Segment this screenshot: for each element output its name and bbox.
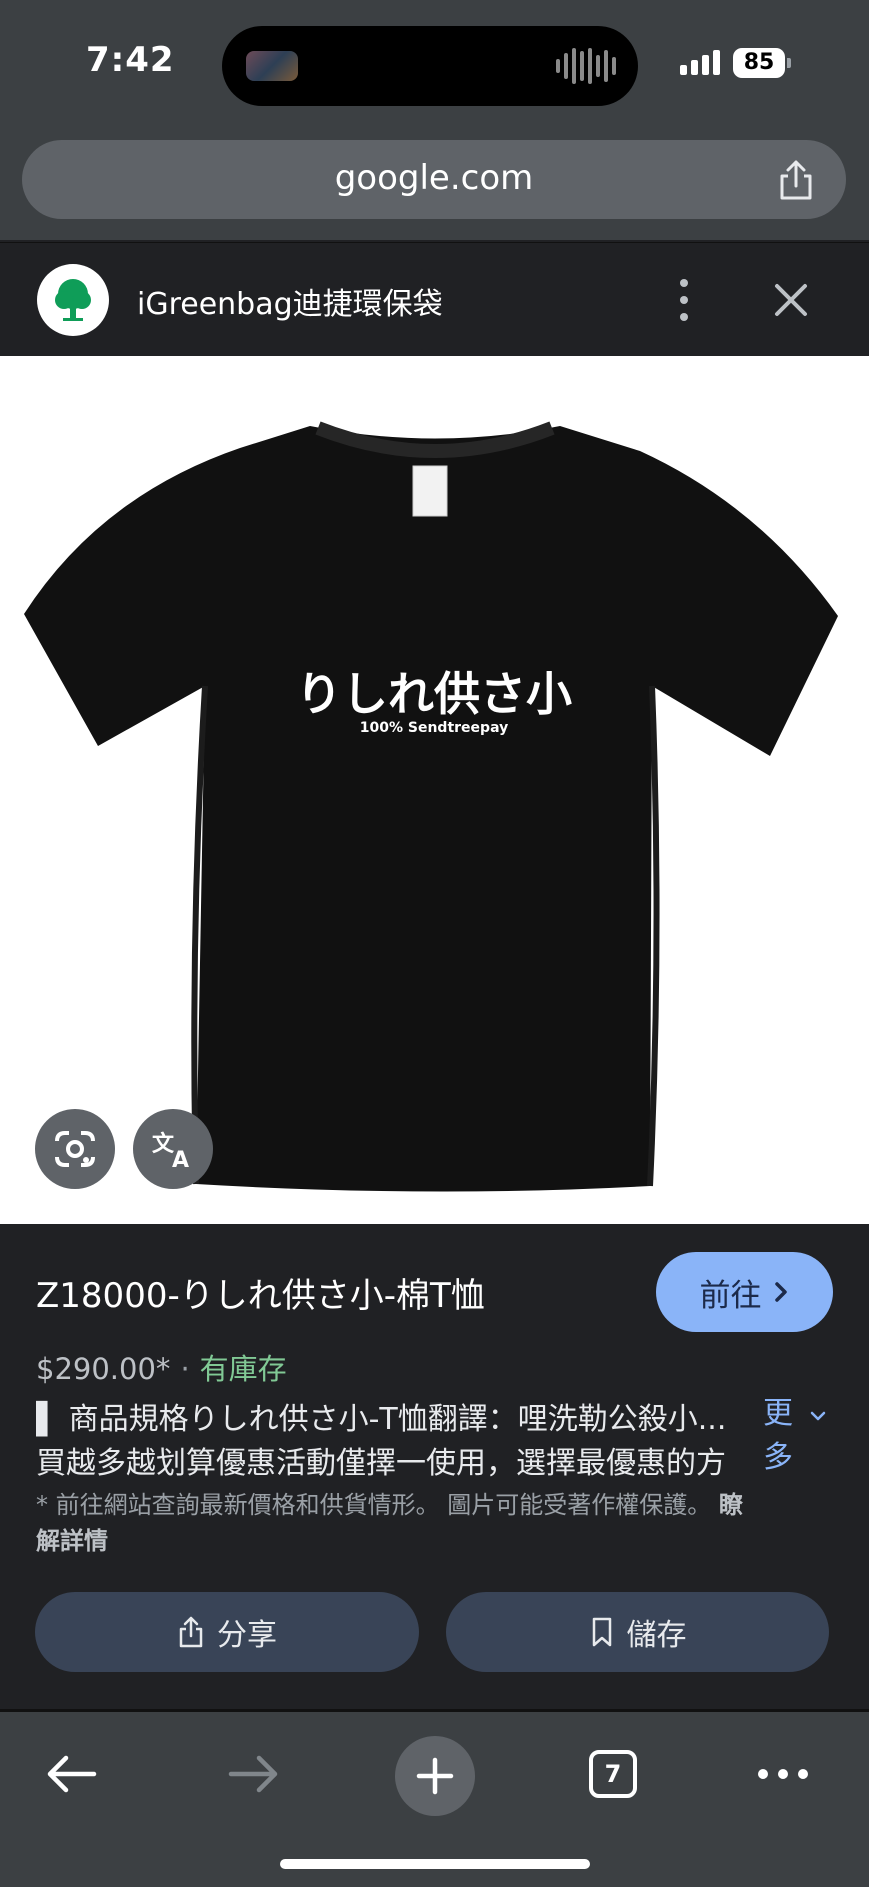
- site-title: iGreenbag迪捷環保袋: [137, 287, 443, 322]
- now-playing-thumbnail: [246, 51, 298, 81]
- more-horiz-icon[interactable]: [755, 1766, 811, 1782]
- status-time: 7:42: [86, 40, 175, 80]
- site-logo: [37, 264, 109, 336]
- more-label-1: 更: [763, 1396, 793, 1431]
- google-lens-button[interactable]: [35, 1109, 115, 1189]
- share-button[interactable]: 分享: [35, 1592, 419, 1672]
- tree-icon: [55, 279, 91, 321]
- svg-text:A: A: [172, 1148, 189, 1171]
- battery-indicator: 85: [733, 48, 785, 78]
- close-icon[interactable]: [770, 279, 812, 321]
- tab-switcher-button[interactable]: 7: [589, 1750, 637, 1798]
- stock-status: 有庫存: [199, 1352, 287, 1386]
- bookmark-icon: [592, 1617, 611, 1647]
- visit-site-button[interactable]: 前往: [656, 1252, 833, 1332]
- audio-wave-icon: [556, 48, 616, 84]
- share-label: 分享: [217, 1618, 277, 1653]
- copyright-note: * 前往網站查詢最新價格和供貨情形。 圖片可能受著作權保護。 瞭 解詳情: [36, 1487, 836, 1559]
- cellular-signal-icon: [680, 50, 720, 75]
- save-label: 儲存: [626, 1618, 687, 1653]
- lens-icon: [55, 1131, 95, 1167]
- forward-arrow-icon[interactable]: [225, 1752, 283, 1796]
- save-button[interactable]: 儲存: [446, 1592, 829, 1672]
- share-icon[interactable]: [776, 158, 816, 202]
- dynamic-island: [222, 26, 638, 106]
- separator: ·: [180, 1352, 190, 1386]
- plus-icon: [416, 1757, 454, 1795]
- address-bar[interactable]: google.com: [22, 140, 846, 219]
- url-text[interactable]: google.com: [22, 158, 846, 198]
- chevron-down-icon[interactable]: [806, 1404, 830, 1428]
- share-icon: [179, 1616, 203, 1648]
- battery-tip: [787, 58, 791, 68]
- note-text: * 前往網站查詢最新價格和供貨情形。 圖片可能受著作權保護。: [36, 1491, 712, 1519]
- new-tab-button[interactable]: [395, 1736, 475, 1816]
- shirt-print-sub: 100% Sendtreepay: [360, 720, 508, 736]
- more-vert-icon[interactable]: [672, 277, 696, 323]
- chevron-right-icon: [774, 1282, 787, 1302]
- product-title: Z18000-りしれ供さ小-棉T恤: [36, 1276, 485, 1316]
- description-line-1: ▌ 商品規格りしれ供さ小-T恤翻譯：哩洗勒公殺小...: [36, 1402, 727, 1437]
- product-price: $290.00*: [36, 1352, 171, 1386]
- product-image[interactable]: りしれ供さ小 100% Sendtreepay 文 A: [0, 356, 869, 1224]
- back-arrow-icon[interactable]: [42, 1752, 100, 1796]
- translate-icon: 文 A: [152, 1131, 189, 1171]
- bottom-toolbar: 7: [0, 1709, 869, 1887]
- more-label-2: 多: [763, 1440, 793, 1475]
- visit-site-label: 前往: [699, 1277, 762, 1314]
- translate-button[interactable]: 文 A: [133, 1109, 213, 1189]
- price-row: $290.00* · 有庫存: [36, 1346, 287, 1388]
- home-indicator[interactable]: [280, 1859, 590, 1869]
- learn-more-link-2[interactable]: 解詳情: [36, 1527, 108, 1555]
- shirt-print-main: りしれ供さ小: [296, 667, 572, 721]
- more-link[interactable]: 更 多: [758, 1392, 798, 1480]
- status-bar: 7:42 85: [0, 0, 869, 130]
- site-header: iGreenbag迪捷環保袋: [0, 242, 869, 357]
- tshirt-image: りしれ供さ小 100% Sendtreepay: [24, 421, 838, 1192]
- description-line-2: 買越多越划算優惠活動僅擇一使用，選擇最優惠的方: [36, 1446, 726, 1481]
- product-details-panel: Z18000-りしれ供さ小-棉T恤 前往 $290.00* · 有庫存 ▌ 商品規格…: [0, 1224, 869, 1709]
- learn-more-link-1[interactable]: 瞭: [719, 1491, 743, 1519]
- browser-toolbar: google.com: [0, 130, 869, 240]
